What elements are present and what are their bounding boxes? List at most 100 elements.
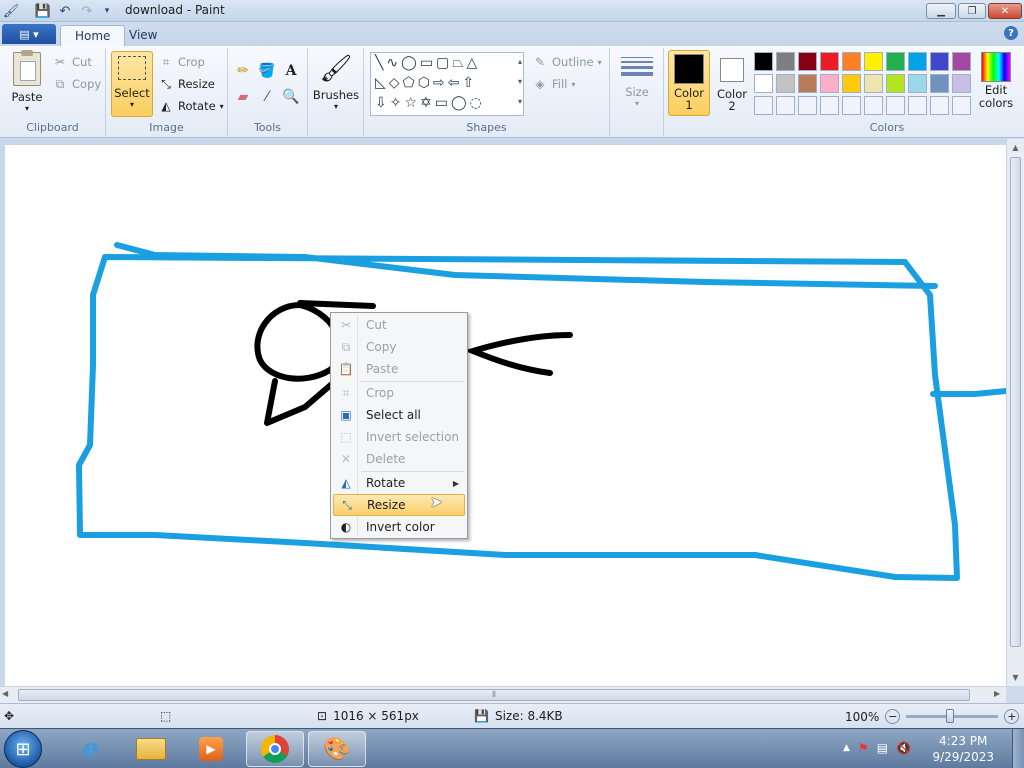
- palette-swatch[interactable]: [754, 96, 773, 115]
- brushes-button[interactable]: 🖌 Brushes ▾: [313, 52, 359, 111]
- palette-swatch[interactable]: [952, 96, 971, 115]
- palette-swatch[interactable]: [798, 74, 817, 93]
- menu-item-delete[interactable]: ✕ Delete: [333, 448, 465, 470]
- rotate-button[interactable]: ◭ Rotate ▾: [158, 96, 223, 116]
- horizontal-scrollbar[interactable]: ◀ ⦀ ▶: [0, 686, 1006, 703]
- menu-item-crop[interactable]: ⌗ Crop: [333, 382, 465, 404]
- edit-colors-button[interactable]: Edit colors: [974, 52, 1018, 110]
- minimize-button[interactable]: ▁: [926, 3, 956, 19]
- colors-group-label: Colors: [869, 121, 905, 134]
- palette-swatch[interactable]: [776, 96, 795, 115]
- start-button[interactable]: ⊞: [4, 730, 42, 768]
- undo-icon[interactable]: ↶: [57, 3, 73, 19]
- outline-button[interactable]: ✎ Outline ▾: [532, 52, 602, 72]
- maximize-button[interactable]: ❐: [958, 3, 986, 19]
- palette-swatch[interactable]: [886, 74, 905, 93]
- palette-swatch[interactable]: [952, 74, 971, 93]
- show-hidden-icons-icon[interactable]: ▲: [843, 743, 850, 755]
- shapes-scroll[interactable]: ▴ ▾ ▾: [514, 52, 526, 116]
- zoom-out-icon[interactable]: −: [885, 709, 901, 724]
- resize-button[interactable]: ⤡ Resize: [158, 74, 215, 94]
- palette-swatch[interactable]: [930, 96, 949, 115]
- menu-item-invert-color[interactable]: ◐ Invert color: [333, 516, 465, 538]
- taskbar-chrome[interactable]: [246, 731, 304, 767]
- palette-swatch[interactable]: [842, 96, 861, 115]
- palette-swatch[interactable]: [908, 96, 927, 115]
- menu-item-invert-selection[interactable]: ⬚ Invert selection: [333, 426, 465, 448]
- tab-view[interactable]: View: [115, 25, 171, 46]
- color-1-button[interactable]: Color 1: [668, 50, 710, 116]
- scroll-up-icon[interactable]: ▲: [1007, 139, 1024, 156]
- help-icon[interactable]: ?: [1004, 26, 1018, 40]
- palette-swatch[interactable]: [842, 74, 861, 93]
- cut-button[interactable]: ✂ Cut: [52, 52, 92, 72]
- redo-icon[interactable]: ↷: [79, 3, 95, 19]
- palette-swatch[interactable]: [798, 52, 817, 71]
- palette-swatch[interactable]: [820, 96, 839, 115]
- menu-item-copy[interactable]: ⧉ Copy: [333, 336, 465, 358]
- show-desktop-button[interactable]: [1012, 729, 1024, 768]
- scroll-down-icon[interactable]: ▼: [1007, 669, 1024, 686]
- fill-bucket-icon[interactable]: 🪣: [256, 60, 278, 82]
- palette-swatch[interactable]: [776, 52, 795, 71]
- palette-swatch[interactable]: [842, 52, 861, 71]
- palette-swatch[interactable]: [864, 96, 883, 115]
- horizontal-scroll-thumb[interactable]: ⦀: [18, 689, 970, 701]
- palette-swatch[interactable]: [776, 74, 795, 93]
- menu-item-resize[interactable]: ⤡ Resize ➤: [333, 493, 465, 516]
- copy-button[interactable]: ⧉ Copy: [52, 74, 101, 94]
- fill-button[interactable]: ◈ Fill ▾: [532, 74, 575, 94]
- color-picker-icon[interactable]: ⁄: [256, 86, 278, 108]
- palette-swatch[interactable]: [864, 74, 883, 93]
- vertical-scrollbar[interactable]: ▲ ▼: [1006, 139, 1024, 686]
- outline-icon: ✎: [534, 55, 546, 69]
- palette-swatch[interactable]: [754, 52, 773, 71]
- action-center-icon[interactable]: ⚑: [858, 741, 869, 755]
- zoom-slider[interactable]: [906, 709, 999, 723]
- palette-swatch[interactable]: [820, 52, 839, 71]
- select-button[interactable]: Select ▾: [111, 51, 153, 117]
- color-2-button[interactable]: Color 2: [712, 50, 752, 116]
- pencil-icon[interactable]: ✏: [232, 60, 254, 82]
- paint-menu-button[interactable]: ▤ ▾: [2, 24, 56, 44]
- crop-button[interactable]: ⌗ Crop: [158, 52, 205, 72]
- size-button[interactable]: Size ▾: [616, 54, 658, 108]
- save-icon[interactable]: 💾: [35, 3, 51, 19]
- scroll-right-icon[interactable]: ▶: [994, 689, 1000, 698]
- palette-swatch[interactable]: [864, 52, 883, 71]
- taskbar-media-player[interactable]: ▶: [182, 731, 240, 767]
- magnifier-icon[interactable]: 🔍: [280, 86, 302, 108]
- close-button[interactable]: ✕: [988, 3, 1022, 19]
- text-icon[interactable]: A: [280, 60, 302, 82]
- volume-icon[interactable]: 🔇: [896, 741, 911, 755]
- eraser-icon[interactable]: ▰: [232, 86, 254, 108]
- shapes-gallery[interactable]: ╲∿◯▭▢⏢△ ◺◇⬠⬡⇨⇦⇧ ⇩✧☆✡▭◯◌: [370, 52, 524, 116]
- taskbar-paint[interactable]: 🎨: [308, 731, 366, 767]
- clock[interactable]: 4:23 PM 9/29/2023: [932, 733, 994, 765]
- palette-swatch[interactable]: [952, 52, 971, 71]
- network-icon[interactable]: ▤: [877, 741, 888, 755]
- menu-item-select-all[interactable]: ▣ Select all: [333, 404, 465, 426]
- menu-item-cut[interactable]: ✂ Cut: [333, 314, 465, 336]
- palette-swatch[interactable]: [754, 74, 773, 93]
- taskbar-ie[interactable]: e: [62, 731, 120, 767]
- menu-item-paste[interactable]: 📋 Paste: [333, 358, 465, 380]
- palette-swatch[interactable]: [908, 52, 927, 71]
- palette-swatch[interactable]: [930, 52, 949, 71]
- paint-app-icon[interactable]: 🖌: [3, 3, 20, 19]
- palette-swatch[interactable]: [908, 74, 927, 93]
- customize-qat-icon[interactable]: ▾: [99, 3, 115, 19]
- zoom-in-icon[interactable]: +: [1004, 709, 1020, 724]
- palette-swatch[interactable]: [798, 96, 817, 115]
- palette-swatch[interactable]: [820, 74, 839, 93]
- taskbar-explorer[interactable]: [122, 731, 180, 767]
- paste-button[interactable]: Paste ▾: [6, 50, 48, 113]
- menu-item-rotate[interactable]: ◭ Rotate ▶: [333, 472, 465, 494]
- palette-swatch[interactable]: [930, 74, 949, 93]
- drawing-canvas[interactable]: [5, 145, 1006, 686]
- palette-swatch[interactable]: [886, 52, 905, 71]
- scroll-left-icon[interactable]: ◀: [2, 689, 8, 698]
- vertical-scroll-thumb[interactable]: [1010, 157, 1021, 647]
- palette-swatch[interactable]: [886, 96, 905, 115]
- zoom-slider-thumb[interactable]: [946, 709, 955, 723]
